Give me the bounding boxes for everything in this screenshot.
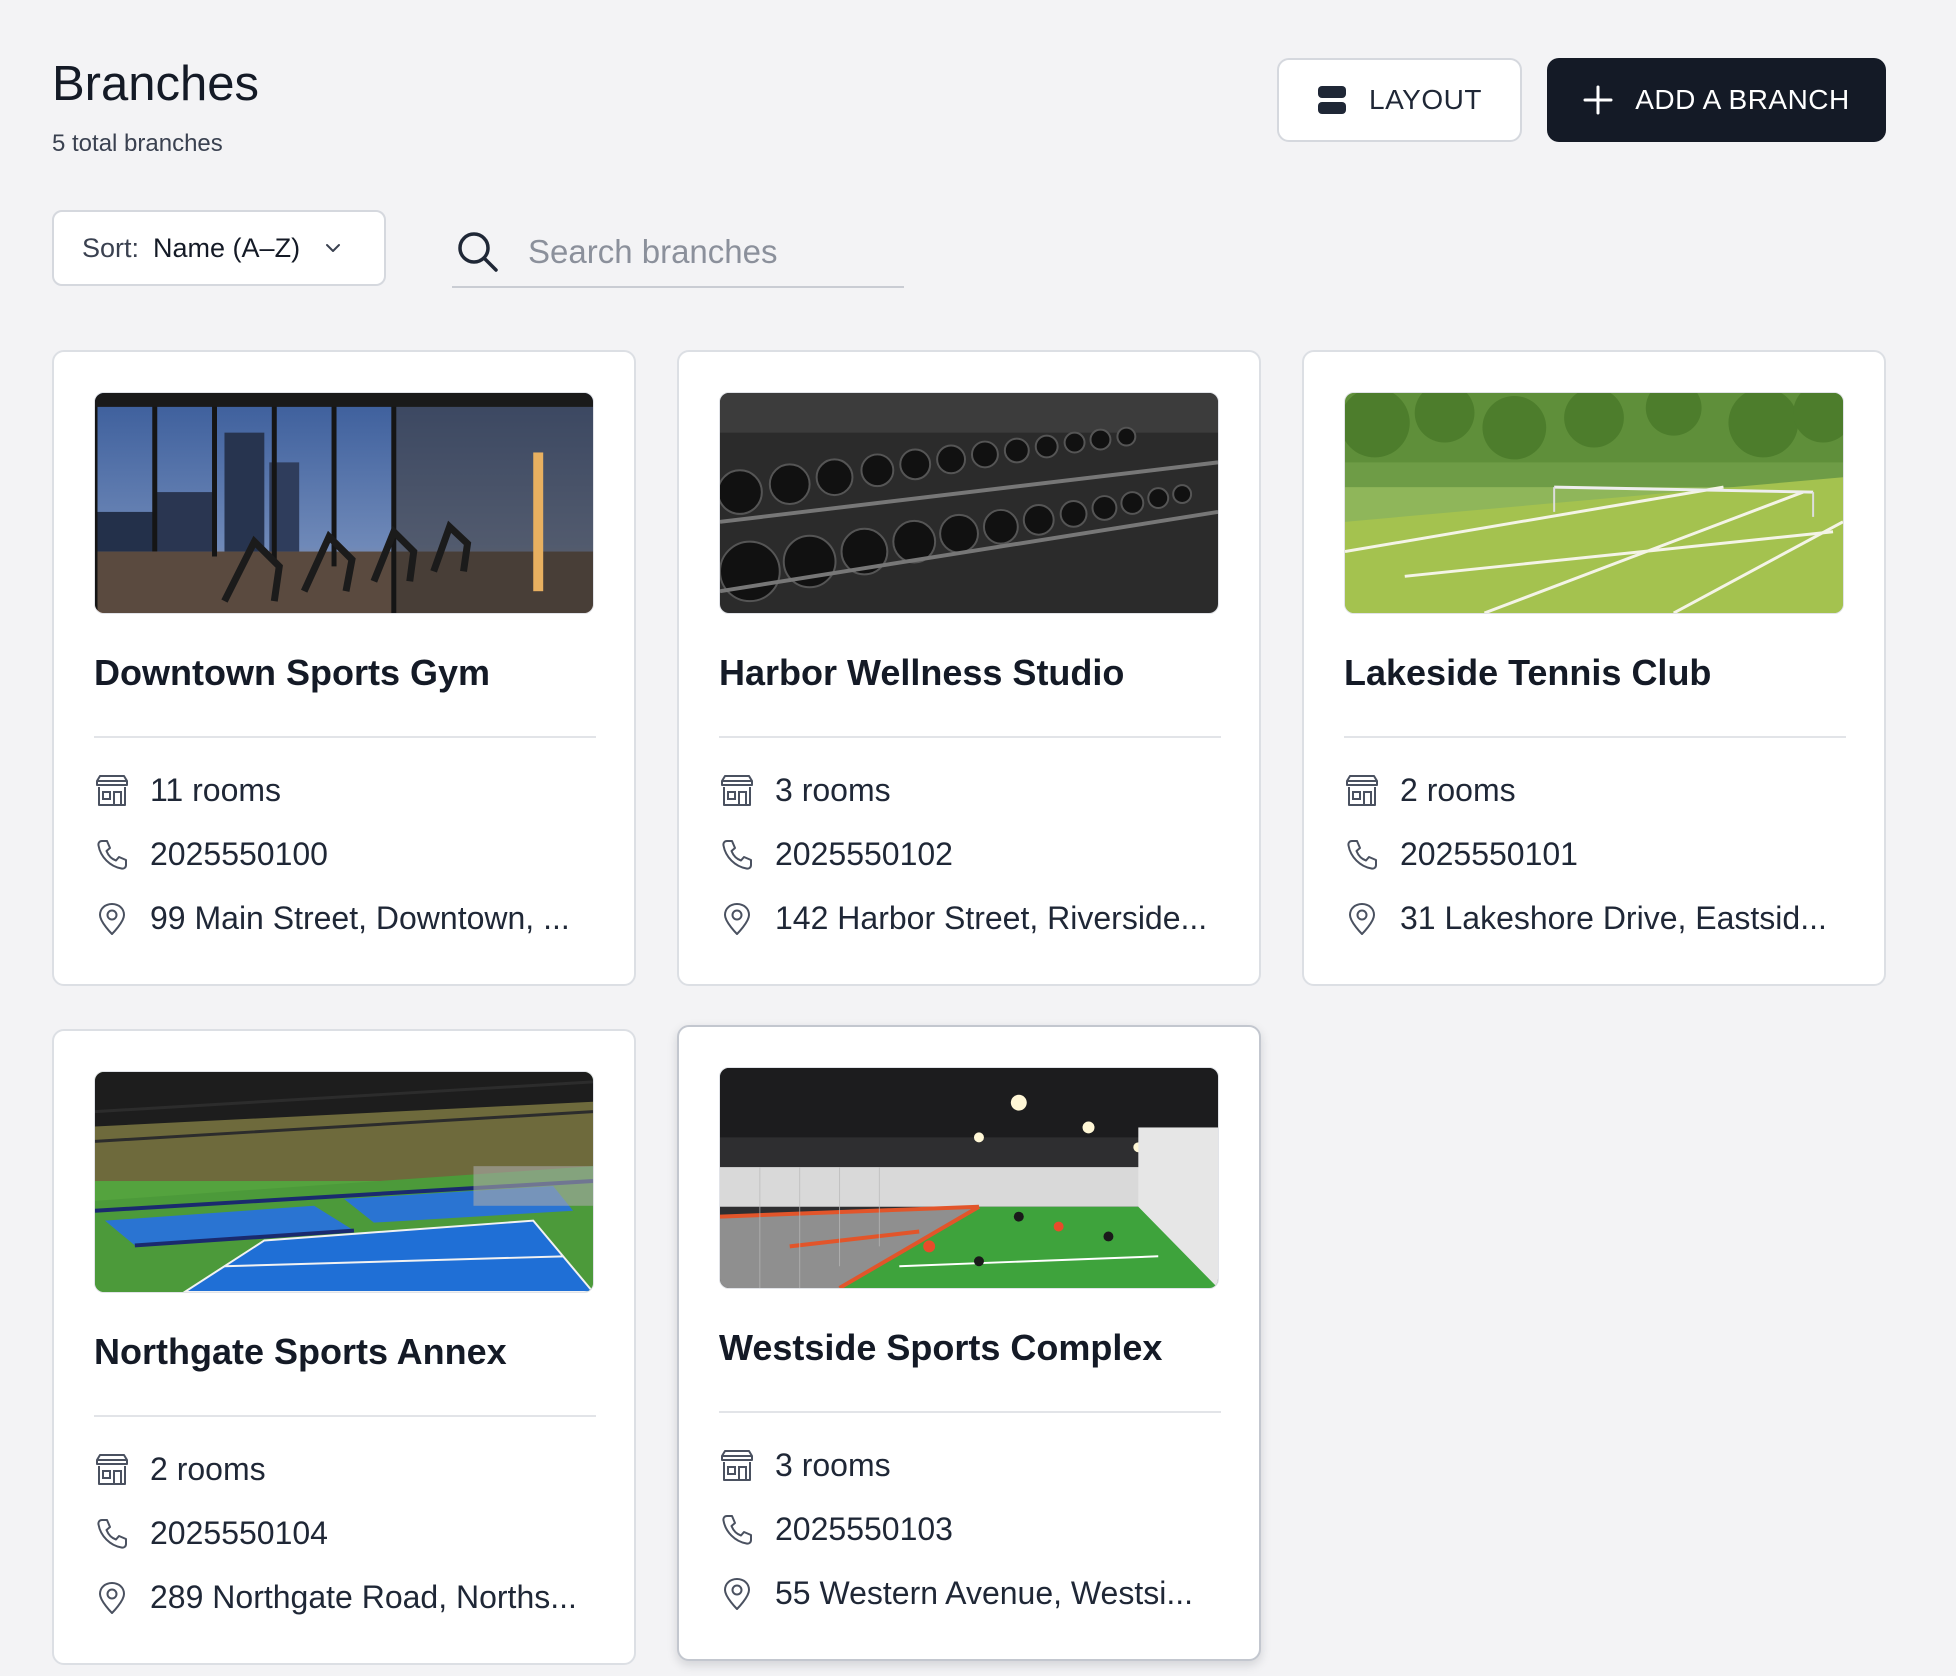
layout-button[interactable]: LAYOUT [1277, 58, 1522, 142]
phone-row: 2025550104 [94, 1515, 328, 1552]
phone-icon [94, 837, 130, 873]
divider [1344, 736, 1846, 738]
phone-row: 2025550101 [1344, 836, 1578, 873]
phone-number: 2025550100 [150, 836, 328, 872]
phone-row: 2025550102 [719, 836, 953, 873]
phone-icon [719, 837, 755, 873]
rooms-count: 3 rooms [775, 1447, 891, 1483]
rooms-count: 2 rooms [150, 1451, 266, 1487]
phone-row: 2025550100 [94, 836, 328, 873]
divider [94, 1415, 596, 1417]
branch-photo [94, 392, 594, 614]
address: 289 Northgate Road, Norths... [150, 1579, 577, 1615]
search-input[interactable] [528, 233, 868, 271]
phone-number: 2025550104 [150, 1515, 328, 1551]
address-row: 289 Northgate Road, Norths... [94, 1579, 577, 1616]
divider [719, 736, 1221, 738]
rooms-count: 11 rooms [150, 772, 282, 808]
branch-name: Harbor Wellness Studio [719, 652, 1125, 693]
address: 55 Western Avenue, Westsi... [775, 1575, 1193, 1611]
branch-photo [1344, 392, 1844, 614]
phone-number: 2025550101 [1400, 836, 1578, 872]
branch-name: Downtown Sports Gym [94, 652, 490, 693]
sort-value: Name (A–Z) [153, 232, 301, 263]
phone-number: 2025550102 [775, 836, 953, 872]
address: 99 Main Street, Downtown, ... [150, 900, 570, 936]
page-title: Branches [52, 57, 260, 111]
plus-icon [1583, 85, 1613, 115]
branch-name: Lakeside Tennis Club [1344, 652, 1712, 693]
phone-icon [1344, 837, 1380, 873]
address-row: 55 Western Avenue, Westsi... [719, 1575, 1193, 1612]
search-icon [456, 230, 500, 274]
rooms-row: 11 rooms [94, 772, 281, 809]
phone-icon [719, 1512, 755, 1548]
branch-card[interactable]: Lakeside Tennis Club 2 rooms 2025550101 … [1302, 350, 1886, 986]
sort-dropdown[interactable]: Sort: Name (A–Z) [52, 210, 386, 286]
rooms-count: 3 rooms [775, 772, 891, 808]
divider [719, 1411, 1221, 1413]
phone-icon [94, 1516, 130, 1552]
branch-card[interactable]: Westside Sports Complex 3 rooms 20255501… [677, 1025, 1261, 1661]
rooms-count: 2 rooms [1400, 772, 1516, 808]
sort-label: Sort: [82, 232, 140, 263]
branch-name: Northgate Sports Annex [94, 1331, 507, 1372]
branch-count: 5 total branches [52, 130, 223, 157]
divider [94, 736, 596, 738]
map-pin-icon [1344, 901, 1380, 937]
address: 31 Lakeshore Drive, Eastsid... [1400, 900, 1827, 936]
phone-row: 2025550103 [719, 1511, 953, 1548]
branch-name: Westside Sports Complex [719, 1327, 1163, 1368]
address-row: 142 Harbor Street, Riverside... [719, 900, 1207, 937]
address: 142 Harbor Street, Riverside... [775, 900, 1208, 936]
building-icon [1344, 773, 1380, 809]
rooms-row: 2 rooms [1344, 772, 1516, 809]
layout-rows-icon [1317, 85, 1347, 115]
search-bar [452, 218, 904, 288]
building-icon [719, 773, 755, 809]
branch-card[interactable]: Downtown Sports Gym 11 rooms 2025550100 … [52, 350, 636, 986]
map-pin-icon [94, 1580, 130, 1616]
rooms-row: 3 rooms [719, 1447, 891, 1484]
building-icon [719, 1448, 755, 1484]
branch-photo [719, 392, 1219, 614]
address-row: 31 Lakeshore Drive, Eastsid... [1344, 900, 1827, 937]
chevron-down-icon [324, 242, 342, 254]
rooms-row: 2 rooms [94, 1451, 266, 1488]
branch-photo [94, 1071, 594, 1293]
rooms-row: 3 rooms [719, 772, 891, 809]
map-pin-icon [719, 901, 755, 937]
building-icon [94, 1452, 130, 1488]
phone-number: 2025550103 [775, 1511, 953, 1547]
building-icon [94, 773, 130, 809]
layout-button-label: LAYOUT [1369, 84, 1482, 115]
branch-card[interactable]: Northgate Sports Annex 2 rooms 202555010… [52, 1029, 636, 1665]
address-row: 99 Main Street, Downtown, ... [94, 900, 570, 937]
add-branch-button[interactable]: ADD A BRANCH [1547, 58, 1886, 142]
branch-card[interactable]: Harbor Wellness Studio 3 rooms 202555010… [677, 350, 1261, 986]
map-pin-icon [94, 901, 130, 937]
branch-photo [719, 1067, 1219, 1289]
map-pin-icon [719, 1576, 755, 1612]
add-branch-label: ADD A BRANCH [1635, 84, 1850, 115]
